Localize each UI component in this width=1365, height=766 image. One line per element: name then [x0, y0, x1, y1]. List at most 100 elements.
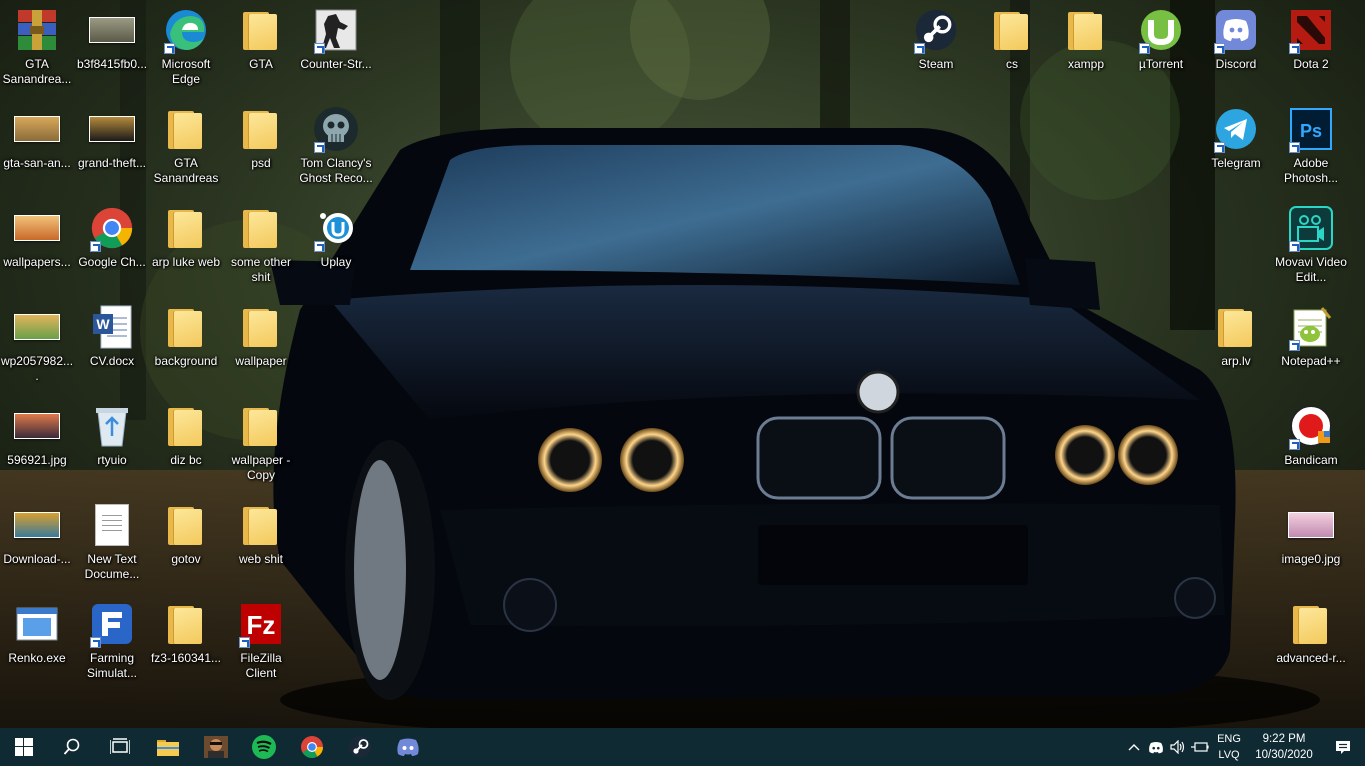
svg-text:Ps: Ps [1300, 121, 1322, 141]
clock[interactable]: 9:22 PM 10/30/2020 [1247, 731, 1321, 763]
desktop-icon-web-shit[interactable]: web shit [224, 497, 298, 591]
desktop-icon-label: psd [251, 156, 271, 170]
desktop-icon-uplay[interactable]: Uplay [299, 200, 373, 294]
desktop-icon-google-ch[interactable]: Google Ch... [75, 200, 149, 294]
desktop-icon-label: Bandicam [1284, 453, 1338, 467]
desktop-icon-advanced-r[interactable]: advanced-r... [1274, 596, 1348, 690]
taskbar-gta-san-andreas[interactable] [192, 728, 240, 766]
desktop-icon-steam[interactable]: Steam [899, 2, 973, 96]
desktop-icon-cv-docx[interactable]: W CV.docx [75, 299, 149, 393]
desktop-icon-wp2057982[interactable]: wp2057982.... [0, 299, 74, 393]
desktop-icon-label: wallpaper - Copy [231, 453, 291, 482]
desktop-icon-gta-sanandrea[interactable]: GTA Sanandrea... [0, 2, 74, 96]
desktop-icon-xampp[interactable]: xampp [1049, 2, 1123, 96]
image-thumbnail-icon [14, 215, 60, 241]
desktop-icon-psd[interactable]: psd [224, 101, 298, 195]
desktop-icon-dota-2[interactable]: Dota 2 [1274, 2, 1348, 96]
spotify-icon [252, 735, 276, 759]
desktop-icon-graphic [88, 600, 136, 648]
search-button[interactable] [48, 728, 96, 766]
desktop-icon-telegram[interactable]: Telegram [1199, 101, 1273, 195]
desktop-icon-label: Telegram [1211, 156, 1261, 170]
desktop-icon-microsoft-edge[interactable]: Microsoft Edge [149, 2, 223, 96]
taskbar-spotify[interactable] [240, 728, 288, 766]
folder-icon [243, 309, 279, 347]
desktop-icon-discord[interactable]: Discord [1199, 2, 1273, 96]
desktop-icon-cs[interactable]: cs [975, 2, 1049, 96]
desktop-icon-label: Discord [1215, 57, 1257, 71]
folder-icon [243, 210, 279, 248]
desktop-icon-torrent[interactable]: µTorrent [1124, 2, 1198, 96]
desktop-icon-filezilla-client[interactable]: Fz FileZilla Client [224, 596, 298, 690]
desktop-icon-596921-jpg[interactable]: 596921.jpg [0, 398, 74, 492]
desktop-icon-image0-jpg[interactable]: image0.jpg [1274, 497, 1348, 591]
desktop-icon-renko-exe[interactable]: Renko.exe [0, 596, 74, 690]
desktop-icon-graphic [88, 402, 136, 450]
shortcut-arrow-icon [1289, 43, 1300, 54]
system-tray: ENG LVQ 9:22 PM 10/30/2020 [1123, 728, 1365, 766]
start-button[interactable] [0, 728, 48, 766]
folder-icon [243, 408, 279, 446]
desktop-icon-notepad[interactable]: Notepad++ [1274, 299, 1348, 393]
desktop-icon-bandicam[interactable]: Bandicam [1274, 398, 1348, 492]
desktop-icon-grand-theft[interactable]: grand-theft... [75, 101, 149, 195]
desktop-icon-wallpaper[interactable]: wallpaper [224, 299, 298, 393]
task-view-button[interactable] [96, 728, 144, 766]
desktop-icon-some-other-shit[interactable]: some other shit [224, 200, 298, 294]
desktop-icon-movavi-video-edit[interactable]: Movavi Video Edit... [1274, 200, 1348, 294]
desktop-icon-fz3-160341[interactable]: fz3-160341... [149, 596, 223, 690]
image-thumbnail-icon [14, 314, 60, 340]
desktop-icon-label: wp2057982.... [0, 354, 74, 383]
desktop-icon-graphic [312, 204, 360, 252]
desktop-icon-gotov[interactable]: gotov [149, 497, 223, 591]
desktop-icon-wallpaper-copy[interactable]: wallpaper - Copy [224, 398, 298, 492]
desktop-icon-label: Dota 2 [1293, 57, 1329, 71]
desktop-icon-label: Renko.exe [8, 651, 66, 665]
desktop-icon-gta-sanandreas[interactable]: GTA Sanandreas [149, 101, 223, 195]
language-indicator[interactable]: ENG LVQ [1211, 731, 1247, 763]
desktop-icon-graphic [237, 105, 285, 153]
desktop-icon-graphic [1287, 303, 1335, 351]
desktop-icon-graphic [162, 402, 210, 450]
image-thumbnail-icon [89, 116, 135, 142]
desktop-icon-graphic [88, 501, 136, 549]
taskbar-discord[interactable] [384, 728, 432, 766]
desktop-icon-graphic [13, 6, 61, 54]
clock-date: 10/30/2020 [1255, 749, 1313, 761]
tray-volume[interactable] [1167, 728, 1189, 766]
desktop-icon-new-text-docume[interactable]: New Text Docume... [75, 497, 149, 591]
search-icon [63, 738, 80, 755]
desktop-icon-counter-str[interactable]: Counter-Str... [299, 2, 373, 96]
tray-battery[interactable] [1189, 728, 1211, 766]
show-hidden-icons-button[interactable] [1123, 728, 1145, 766]
desktop-icon-gta[interactable]: GTA [224, 2, 298, 96]
desktop-icon-diz-bc[interactable]: diz bc [149, 398, 223, 492]
desktop-icon-graphic [237, 402, 285, 450]
tray-discord[interactable] [1145, 728, 1167, 766]
desktop-icon-tom-clancy-s-ghost-reco[interactable]: Tom Clancy's Ghost Reco... [299, 101, 373, 195]
desktop-icon-label: grand-theft... [77, 156, 147, 170]
desktop-icon-arp-lv[interactable]: arp.lv [1199, 299, 1273, 393]
desktop-icon-arp-luke-web[interactable]: arp luke web [149, 200, 223, 294]
desktop-icon-download[interactable]: Download-... [0, 497, 74, 591]
taskbar-chrome[interactable] [288, 728, 336, 766]
svg-text:Fz: Fz [247, 610, 276, 640]
desktop-icon-graphic [162, 105, 210, 153]
taskbar-file-explorer[interactable] [144, 728, 192, 766]
desktop-icon-graphic [1212, 105, 1260, 153]
image-thumbnail-icon [89, 17, 135, 43]
desktop-icon-gta-san-an[interactable]: gta-san-an... [0, 101, 74, 195]
folder-icon [168, 606, 204, 644]
desktop-icon-wallpapers[interactable]: wallpapers... [0, 200, 74, 294]
desktop-icon-label: Farming Simulat... [86, 651, 137, 680]
desktop-icon-background[interactable]: background [149, 299, 223, 393]
action-center-button[interactable] [1321, 728, 1365, 766]
desktop-icon-b3f8415fb0[interactable]: b3f8415fb0... [75, 2, 149, 96]
desktop-icon-graphic [88, 204, 136, 252]
desktop-icon-adobe-photosh[interactable]: Ps Adobe Photosh... [1274, 101, 1348, 195]
desktop-icon-farming-simulat[interactable]: Farming Simulat... [75, 596, 149, 690]
desktop-icon-rtyuio[interactable]: rtyuio [75, 398, 149, 492]
desktop-icon-label: image0.jpg [1281, 552, 1341, 566]
taskbar-steam[interactable] [336, 728, 384, 766]
desktop-icon-graphic [88, 6, 136, 54]
